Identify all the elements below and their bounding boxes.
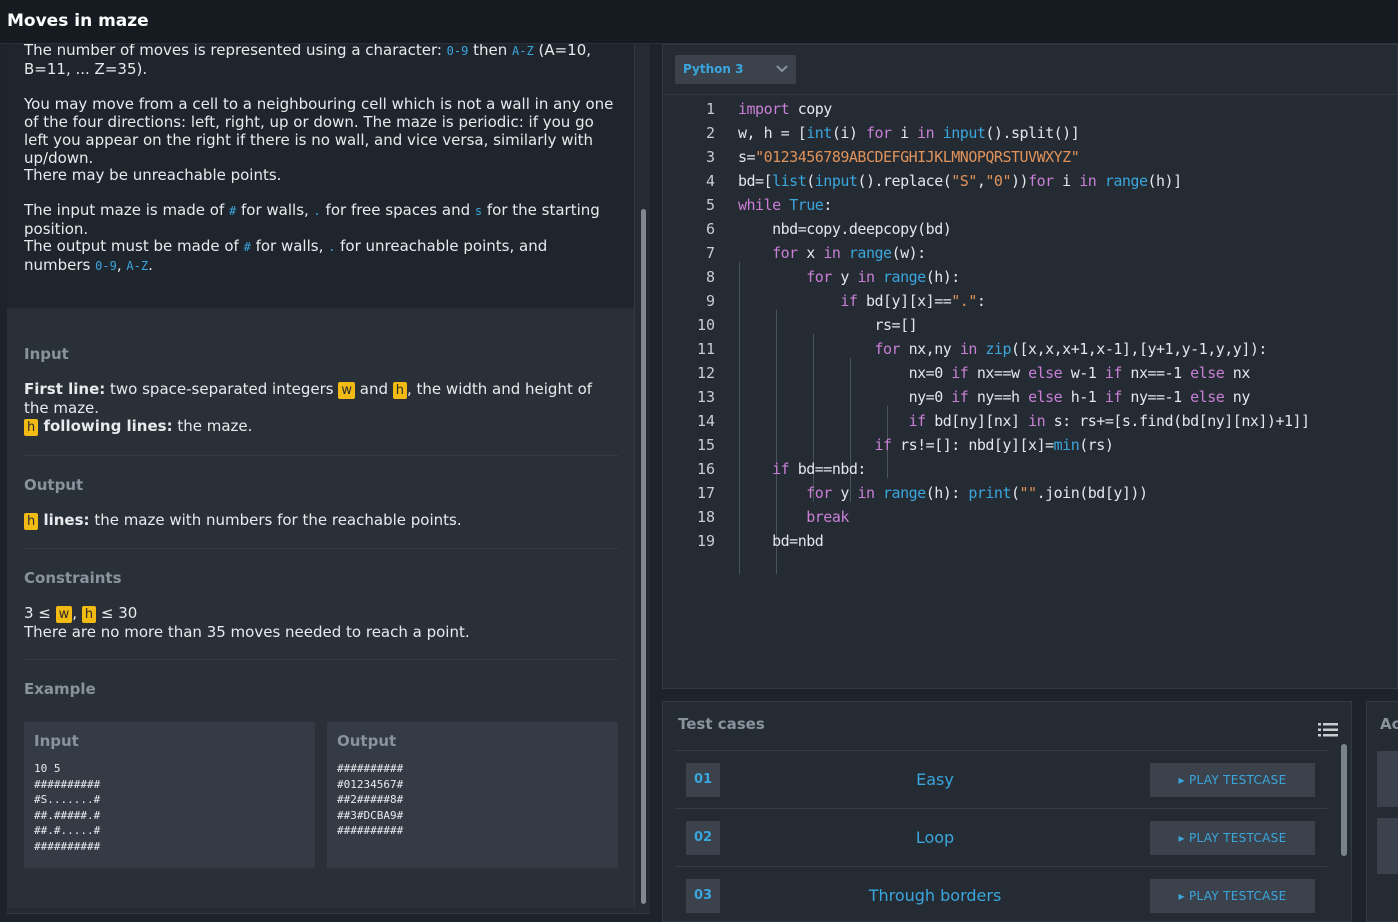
test-case-number: 02 <box>686 821 720 855</box>
code-line: 19 bd=nbd <box>696 532 824 550</box>
statement-sections: Input First line: two space-separated in… <box>7 308 635 908</box>
top-bar: Moves in maze <box>0 0 1398 44</box>
play-testcase-button[interactable]: ▸ PLAY TESTCASE <box>1150 879 1315 913</box>
statement-para-2: You may move from a cell to a neighbouri… <box>24 95 614 167</box>
example-input-box: Input 10 5 ########## #S.......# ##.####… <box>24 722 315 868</box>
statement-text: The number of moves is represented using… <box>7 44 635 308</box>
play-testcase-button[interactable]: ▸ PLAY TESTCASE <box>1150 763 1315 797</box>
language-label: Python 3 <box>683 62 744 76</box>
code-line: 2 w, h = [int(i) for i in input().split()… <box>705 124 1080 142</box>
code-line: 17 for y in range(h): print("".join(bd[y… <box>696 484 1148 502</box>
code-line: 7 for x in range(w): <box>705 244 926 262</box>
actions-heading: Ac <box>1380 715 1398 733</box>
test-cases-scrollbar[interactable] <box>1341 744 1347 856</box>
statement-panel: The number of moves is represented using… <box>7 44 650 922</box>
var-h: h <box>392 382 407 399</box>
example-input-label: Input <box>34 732 79 750</box>
code-line: 9 if bd[y][x]==".": <box>705 292 986 310</box>
statement-para-3: There may be unreachable points. <box>24 166 282 184</box>
action-button[interactable] <box>1377 751 1398 807</box>
example-heading: Example <box>24 680 96 698</box>
test-case-row[interactable]: 03 Through borders ▸ PLAY TESTCASE <box>675 867 1327 922</box>
code-editor[interactable]: Python 3 1 import copy 2 w, h = [int(i) fo… <box>662 44 1398 689</box>
editor-divider <box>663 94 1398 95</box>
language-select[interactable]: Python 3 <box>675 55 796 84</box>
output-description: h lines: the maze with numbers for the r… <box>24 511 614 530</box>
example-output-text: ########## #01234567# ##2#####8# ##3#DCB… <box>337 762 404 838</box>
code-line: 15 if rs!=[]: nbd[y][x]=min(rs) <box>696 436 1114 454</box>
input-description: First line: two space-separated integers… <box>24 380 593 436</box>
statement-para-1: The number of moves is represented using… <box>24 44 592 78</box>
page-title: Moves in maze <box>7 11 149 31</box>
play-testcase-button[interactable]: ▸ PLAY TESTCASE <box>1150 821 1315 855</box>
statement-para-5: The output must be made of # for walls, … <box>24 237 548 274</box>
test-cases-panel: Test cases 01 Easy ▸ PLAY TESTCASE 02 Lo… <box>662 701 1352 922</box>
chevron-down-icon <box>776 65 788 73</box>
code-line: 6 nbd=copy.deepcopy(bd) <box>705 220 952 238</box>
test-case-number: 01 <box>686 763 720 797</box>
test-case-name: Easy <box>916 770 954 789</box>
statement-scrollbar[interactable] <box>641 209 646 904</box>
code-line: 14 if bd[ny][nx] in s: rs+=[s.find(bd[ny… <box>696 412 1310 430</box>
action-button[interactable] <box>1377 818 1398 874</box>
code-line: 8 for y in range(h): <box>705 268 960 286</box>
test-cases-heading: Test cases <box>678 715 765 733</box>
actions-panel: Ac <box>1366 701 1398 922</box>
divider <box>24 455 618 456</box>
example-output-box: Output ########## #01234567# ##2#####8# … <box>327 722 618 868</box>
test-case-name: Through borders <box>868 886 1002 905</box>
divider <box>24 659 618 660</box>
code-line: 1 import copy <box>705 100 832 118</box>
panel-bottom-edge <box>7 913 650 922</box>
example-input-text: 10 5 ########## #S.......# ##.#####.# ##… <box>34 762 101 853</box>
test-case-name: Loop <box>915 828 955 847</box>
code-line: 16 if bd==nbd: <box>696 460 867 478</box>
code-line: 11 for nx,ny in zip([x,x,x+1,x-1],[y+1,y… <box>696 340 1267 358</box>
code-line: 4 bd=[list(input().replace("S","0"))for i… <box>705 172 1182 190</box>
test-case-row[interactable]: 02 Loop ▸ PLAY TESTCASE <box>675 809 1327 865</box>
constraints-description: 3 ≤ w, h ≤ 30 There are no more than 35 … <box>24 604 470 641</box>
code-line: 12 nx=0 if nx==w else w-1 if nx==-1 else… <box>696 364 1250 382</box>
input-heading: Input <box>24 345 69 363</box>
code-line: 10 rs=[] <box>696 316 918 334</box>
statement-para-4: The input maze is made of # for walls, .… <box>24 201 600 238</box>
code-line: 13 ny=0 if ny==h else h-1 if ny==-1 else… <box>696 388 1250 406</box>
divider <box>24 548 618 549</box>
example-output-label: Output <box>337 732 397 750</box>
code-line: 18 break <box>696 508 849 526</box>
constraints-heading: Constraints <box>24 569 122 587</box>
code-line: 3 s="0123456789ABCDEFGHIJKLMNOPQRSTUVWXYZ… <box>705 148 1080 166</box>
test-case-number: 03 <box>686 879 720 913</box>
list-icon[interactable] <box>1318 722 1338 738</box>
var-w: w <box>338 382 355 399</box>
test-case-row[interactable]: 01 Easy ▸ PLAY TESTCASE <box>675 751 1327 807</box>
code-line: 5 while True: <box>705 196 832 214</box>
output-heading: Output <box>24 476 84 494</box>
